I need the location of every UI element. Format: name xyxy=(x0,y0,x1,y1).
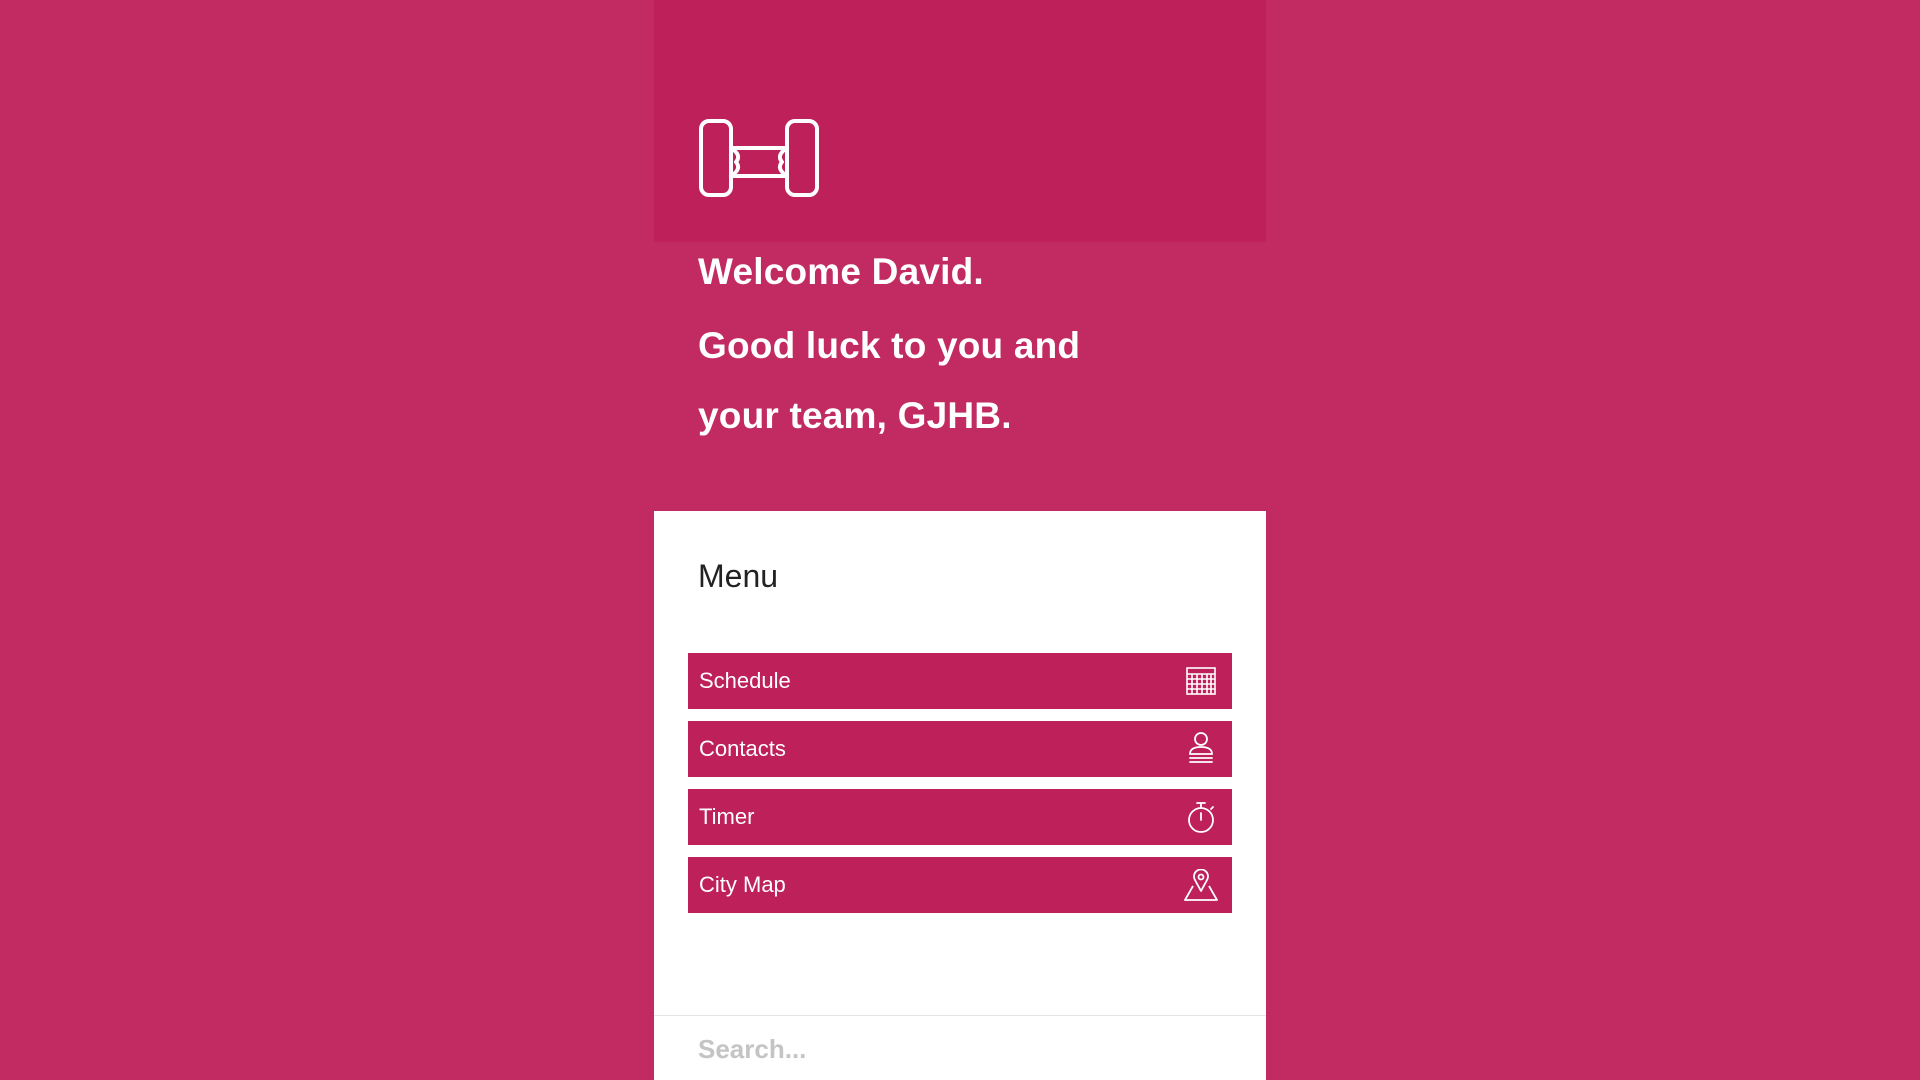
menu-item-schedule[interactable]: Schedule xyxy=(688,653,1232,709)
menu-item-label: Contacts xyxy=(699,736,786,761)
welcome-heading: Welcome David. xyxy=(698,251,984,292)
greeting-line-1: Good luck to you and xyxy=(698,325,1081,366)
calendar-icon xyxy=(1184,664,1218,698)
map-pin-icon xyxy=(1184,868,1218,902)
search-divider xyxy=(654,1015,1266,1016)
search-input[interactable] xyxy=(694,1025,1238,1073)
menu-title: Menu xyxy=(698,558,779,594)
menu-item-label: City Map xyxy=(699,872,786,897)
person-icon xyxy=(1184,732,1218,766)
menu-item-label: Schedule xyxy=(699,668,791,693)
stopwatch-icon xyxy=(1184,800,1218,834)
menu-item-city-map[interactable]: City Map xyxy=(688,857,1232,913)
header-banner xyxy=(654,0,1266,242)
menu-item-contacts[interactable]: Contacts xyxy=(688,721,1232,777)
menu-item-timer[interactable]: Timer xyxy=(688,789,1232,845)
app-screen: Welcome David. Good luck to you and your… xyxy=(654,0,1266,1080)
menu-list: Schedule Contacts Timer City Map xyxy=(688,653,1232,925)
ticket-icon xyxy=(699,119,819,197)
greeting-line-2: your team, GJHB. xyxy=(698,395,1012,436)
menu-item-label: Timer xyxy=(699,804,755,829)
